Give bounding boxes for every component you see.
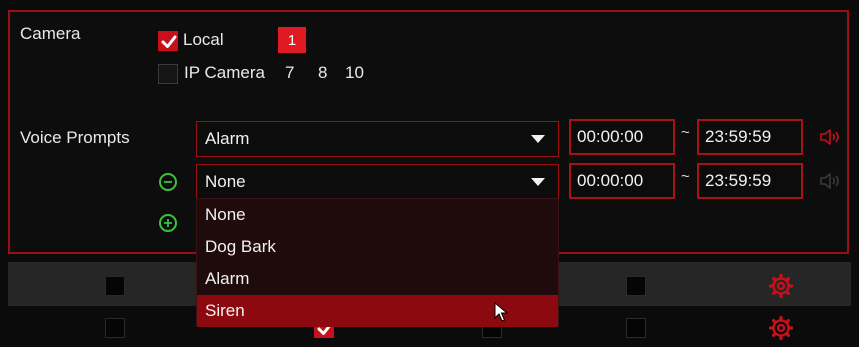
time-separator-1: ~ (681, 124, 690, 141)
voice-prompts-label: Voice Prompts (20, 128, 130, 147)
dropdown-option-none[interactable]: None (197, 199, 558, 231)
minus-circle-icon[interactable] (159, 173, 177, 191)
voice-prompt-select-2-value: None (205, 172, 246, 191)
voice-prompt-select-2[interactable]: None (196, 164, 559, 200)
row1-checkbox[interactable] (105, 276, 125, 296)
local-label: Local (183, 30, 224, 49)
end-time-1[interactable]: 23:59:59 (697, 119, 803, 155)
voice-prompt-select-1[interactable]: Alarm (196, 121, 559, 157)
local-channel-badge[interactable]: 1 (278, 27, 306, 53)
end-time-2[interactable]: 23:59:59 (697, 163, 803, 199)
gear-icon[interactable] (768, 315, 794, 341)
voice-prompt-select-1-value: Alarm (205, 129, 250, 148)
caret-down-icon (531, 135, 545, 143)
dropdown-option-dog-bark[interactable]: Dog Bark (197, 231, 558, 263)
ip-camera-checkbox[interactable] (158, 64, 178, 84)
mouse-cursor-icon (494, 302, 508, 322)
ip-channel-8[interactable]: 8 (318, 63, 327, 83)
speaker-icon[interactable] (819, 128, 841, 146)
ip-channel-10[interactable]: 10 (345, 63, 364, 83)
start-time-2[interactable]: 00:00:00 (569, 163, 675, 199)
plus-circle-icon[interactable] (159, 214, 177, 232)
ip-camera-label: IP Camera (184, 63, 265, 82)
ip-channel-7[interactable]: 7 (285, 63, 294, 83)
gear-icon[interactable] (768, 273, 794, 299)
camera-label: Camera (20, 24, 81, 43)
dropdown-option-alarm[interactable]: Alarm (197, 263, 558, 295)
caret-down-icon (531, 178, 545, 186)
row1-checkbox-3[interactable] (626, 276, 646, 296)
time-separator-2: ~ (681, 168, 690, 185)
speaker-icon[interactable] (819, 172, 841, 190)
local-checkbox[interactable] (158, 31, 178, 51)
checkmark-icon (161, 35, 177, 48)
row2-checkbox-3[interactable] (626, 318, 646, 338)
start-time-1[interactable]: 00:00:00 (569, 119, 675, 155)
row2-checkbox[interactable] (105, 318, 125, 338)
